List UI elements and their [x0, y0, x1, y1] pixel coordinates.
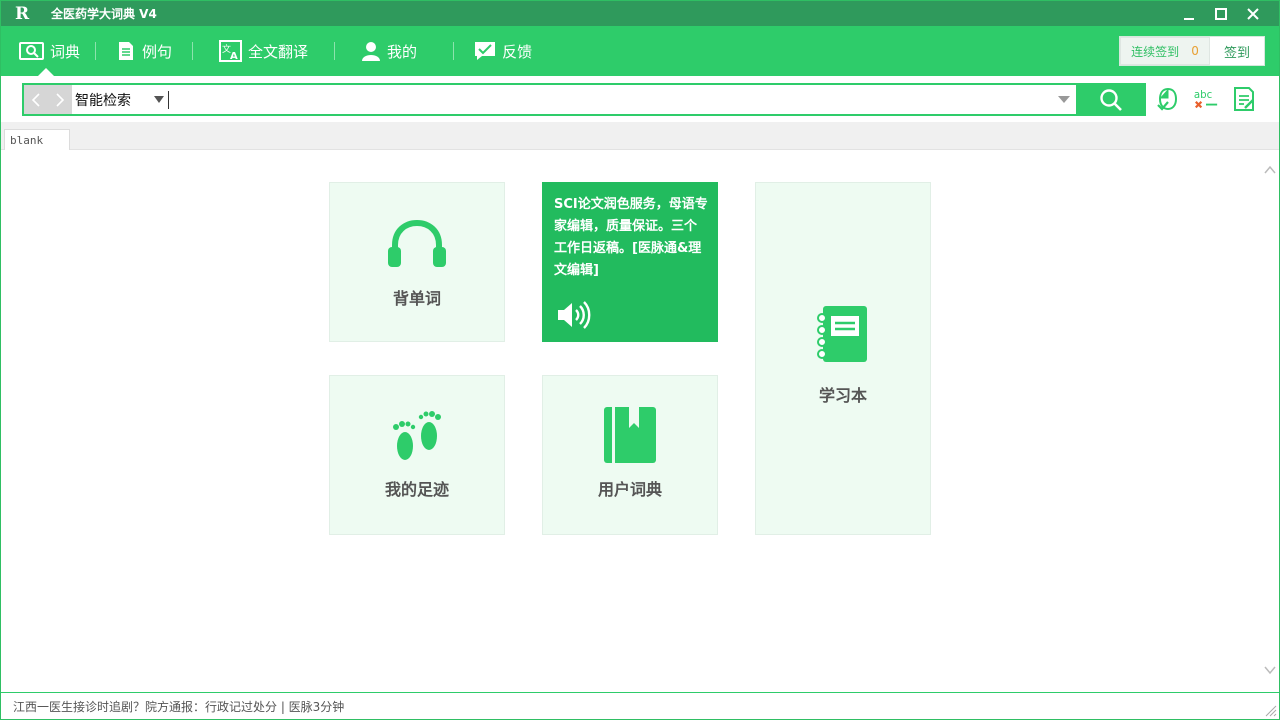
user-icon	[362, 42, 381, 61]
vocab-label: 背单词	[392, 289, 441, 308]
history-card[interactable]: 我的足迹	[329, 375, 505, 535]
chevron-down-icon	[154, 96, 164, 103]
resize-grip-icon[interactable]	[1265, 705, 1277, 717]
nav-item-examples[interactable]: 例句	[116, 26, 172, 76]
nav-divider	[334, 42, 336, 60]
maximize-button[interactable]	[1205, 1, 1237, 26]
window-controls	[1173, 1, 1269, 26]
history-arrows	[24, 85, 72, 114]
footprints-icon	[393, 411, 441, 460]
tab-blank[interactable]: blank	[4, 129, 70, 151]
signin-streak: 连续签到 0	[1120, 37, 1210, 65]
search-history-dropdown[interactable]	[1052, 85, 1076, 114]
scrollbar[interactable]	[1261, 150, 1279, 692]
back-button[interactable]	[24, 85, 48, 114]
active-indicator	[38, 68, 54, 76]
minimize-icon	[1184, 17, 1194, 20]
vocab-card[interactable]: 背单词	[329, 182, 505, 342]
feedback-icon	[475, 42, 496, 60]
search-mode-value: 智能检索	[75, 92, 131, 109]
app-logo: R	[15, 3, 30, 24]
search-mode-select[interactable]: 智能检索	[72, 85, 168, 114]
userdict-card[interactable]: 用户词典	[542, 375, 718, 535]
document-icon	[119, 42, 134, 60]
speaker-icon	[558, 301, 591, 329]
userdict-label: 用户词典	[597, 480, 662, 499]
signin-button[interactable]: 签到	[1210, 37, 1264, 65]
search-button[interactable]	[1076, 83, 1146, 116]
notebook-icon	[817, 305, 867, 362]
notes-button[interactable]	[1231, 86, 1257, 112]
main-nav: 词典 例句 文 A 全文翻译 我的 反馈 连续签到 0 签到	[1, 26, 1279, 76]
window-title: 全医药学大词典 V4	[51, 7, 157, 21]
nav-divider	[453, 42, 455, 60]
ad-card[interactable]: SCI论文润色服务，母语专家编辑，质量保证。三个工作日返稿。[医脉通&理文编辑]	[542, 182, 718, 342]
nav-item-mine[interactable]: 我的	[361, 26, 417, 76]
chevron-left-icon	[31, 92, 40, 107]
title-bar: R 全医药学大词典 V4	[1, 1, 1279, 26]
nav-label: 我的	[387, 42, 418, 61]
nav-label: 反馈	[502, 42, 533, 61]
notes-icon	[1234, 87, 1254, 111]
search-input[interactable]	[169, 85, 1052, 114]
signin-streak-count: 0	[1191, 44, 1199, 58]
translate-icon: 文 A	[219, 40, 243, 62]
headphones-icon	[388, 219, 446, 267]
book-icon	[604, 407, 656, 463]
signin-widget: 连续签到 0 签到	[1119, 36, 1265, 66]
status-bar: 江西一医生接诊时追剧？院方通报：行政记过处分 | 医脉3分钟	[1, 692, 1279, 719]
scroll-down-icon[interactable]	[1264, 664, 1276, 676]
ad-text: SCI论文润色服务，母语专家编辑，质量保证。三个工作日返稿。[医脉通&理文编辑]	[554, 197, 708, 278]
home-content: 背单词 SCI论文润色服务，母语专家编辑，质量保证。三个工作日返稿。[医脉通&理…	[1, 150, 1279, 692]
close-icon	[1247, 7, 1259, 20]
news-ticker[interactable]: 江西一医生接诊时追剧？院方通报：行政记过处分 | 医脉3分钟	[13, 698, 344, 715]
close-button[interactable]	[1237, 1, 1269, 26]
maximize-icon	[1215, 7, 1227, 20]
signin-streak-label: 连续签到	[1131, 44, 1180, 59]
search-icon	[1100, 88, 1122, 111]
notebook-card[interactable]: 学习本	[755, 182, 931, 535]
scroll-up-icon[interactable]	[1264, 164, 1276, 176]
spellcheck-icon: abc	[1194, 90, 1218, 109]
minimize-button[interactable]	[1173, 1, 1205, 26]
nav-divider	[95, 42, 97, 60]
search-row: 智能检索 abc	[1, 76, 1279, 122]
dictionary-icon	[19, 42, 44, 60]
history-label: 我的足迹	[384, 480, 449, 499]
notebook-label: 学习本	[818, 385, 867, 405]
nav-label: 全文翻译	[248, 42, 309, 61]
search-tools: abc	[1155, 86, 1257, 112]
spellcheck-button[interactable]: abc	[1193, 86, 1219, 112]
app-window: R 全医药学大词典 V4 词典 例句 文 A 全文翻译 我的 反馈 连续签到 0…	[0, 0, 1280, 720]
mouse-lookup-button[interactable]	[1155, 86, 1181, 112]
forward-button[interactable]	[48, 85, 72, 114]
nav-item-feedback[interactable]: 反馈	[474, 26, 532, 76]
svg-text:A: A	[230, 51, 238, 62]
tab-strip: blank	[1, 122, 1279, 151]
nav-item-translate[interactable]: 文 A 全文翻译	[219, 26, 308, 76]
nav-divider	[192, 42, 194, 60]
nav-label: 例句	[142, 42, 173, 61]
search-box: 智能检索	[22, 83, 1146, 116]
svg-text:abc: abc	[1194, 90, 1212, 101]
nav-item-dictionary[interactable]: 词典	[19, 26, 80, 76]
chevron-right-icon	[56, 92, 65, 107]
mouse-icon	[1157, 87, 1178, 111]
nav-label: 词典	[50, 42, 81, 61]
chevron-down-icon	[1058, 96, 1070, 103]
